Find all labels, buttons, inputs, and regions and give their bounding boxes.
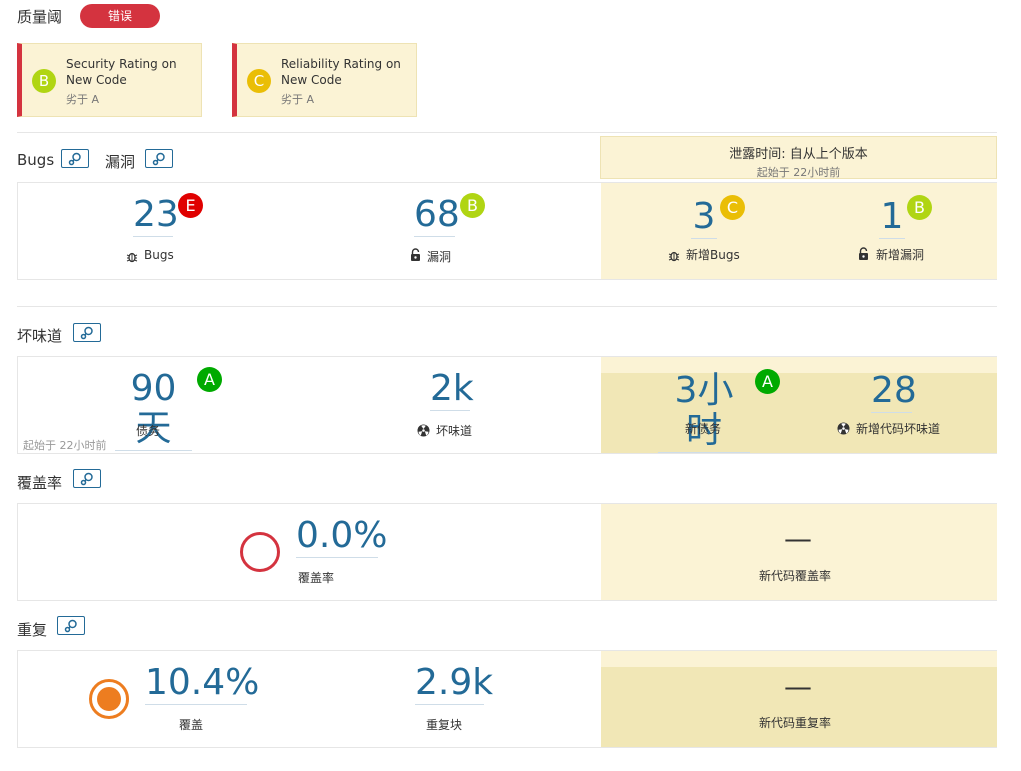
divider [17,132,997,133]
new-debt-label: 新债务 [685,422,722,436]
new-bugs-label: 新增Bugs [686,248,740,262]
bugs-link-button[interactable] [61,149,89,168]
new-debt-value[interactable]: 3小时 [658,371,750,453]
vulnerabilities-link-button[interactable] [145,149,173,168]
bug-icon [668,247,680,266]
leak-area [601,651,997,667]
new-debt-rating[interactable]: A [755,369,780,394]
condition-reliability-rating[interactable]: C Reliability Rating on New Code 劣于 A [232,43,417,117]
coverage-value[interactable]: 0.0% [296,516,387,558]
condition-threshold: 劣于 A [66,93,100,106]
debt-rating[interactable]: A [197,367,222,392]
bug-icon [126,248,138,267]
new-vulnerabilities-rating[interactable]: B [907,195,932,220]
code-smells-value[interactable]: 2k [430,369,474,411]
duplicated-blocks-value[interactable]: 2.9k [415,663,493,705]
rating-badge: B [32,69,56,93]
vulnerabilities-rating[interactable]: B [460,193,485,218]
duplications-link-button[interactable] [57,616,85,635]
condition-threshold: 劣于 A [281,93,315,106]
link-icon [64,619,77,633]
radiation-icon [417,422,430,441]
code-smells-label: 坏味道 [436,424,473,438]
leak-area [601,183,997,279]
vulnerabilities-label: 漏洞 [427,250,452,264]
vulnerabilities-value[interactable]: 68 [414,195,460,237]
coverage-link-button[interactable] [73,469,101,488]
section-title-coverage: 覆盖率 [17,474,63,492]
bugs-rating[interactable]: E [178,193,203,218]
bugs-value[interactable]: 23 [133,195,179,237]
link-icon [80,472,93,486]
duplication-label: 覆盖 [179,718,204,732]
duplication-ring-icon [88,678,130,724]
quality-gate-title: 质量阈 [17,8,63,26]
link-icon [68,152,81,166]
leak-period-header: 泄露时间: 自从上个版本 起始于 22小时前 [600,136,997,179]
new-coverage-label: 新代码覆盖率 [759,569,832,583]
new-code-smells-value[interactable]: 28 [871,371,917,413]
new-code-smells-label: 新增代码坏味道 [856,422,941,436]
condition-text: Security Rating on New Code [66,57,177,87]
new-bugs-value[interactable]: 3 [691,197,717,239]
new-duplication-value[interactable]: — [778,670,818,703]
duplicated-blocks-label: 重复块 [426,718,463,732]
bugs-label: Bugs [144,248,174,262]
new-coverage-value[interactable]: — [778,522,818,555]
rating-badge: C [247,69,271,93]
new-duplication-label: 新代码重复率 [759,716,832,730]
new-bugs-rating[interactable]: C [720,195,745,220]
lock-icon [858,246,869,265]
condition-security-rating[interactable]: B Security Rating on New Code 劣于 A [17,43,202,117]
code-smells-link-button[interactable] [73,323,101,342]
divider [17,306,997,307]
section-title-code-smells: 坏味道 [17,327,63,345]
section-title-bugs: Bugs [17,151,55,169]
condition-text: Reliability Rating on New Code [281,57,401,87]
leak-period-since: 起始于 22小时前 [756,166,841,179]
debt-since: 起始于 22小时前 [23,439,107,452]
debt-label: 债务 [136,424,161,438]
section-title-duplications: 重复 [17,621,48,639]
new-vulnerabilities-label: 新增漏洞 [876,248,925,262]
duplication-value[interactable]: 10.4% [145,663,259,705]
radiation-icon [837,420,850,439]
link-icon [80,326,93,340]
coverage-panel [17,503,997,601]
coverage-label: 覆盖率 [298,571,335,585]
link-icon [152,152,165,166]
leak-period-title: 泄露时间: 自从上个版本 [729,147,868,162]
quality-gate-status-badge: 错误 [80,4,160,28]
lock-icon [410,247,421,266]
section-title-vulnerabilities: 漏洞 [105,153,136,171]
coverage-donut-icon [239,531,281,577]
new-vulnerabilities-value[interactable]: 1 [879,197,905,239]
